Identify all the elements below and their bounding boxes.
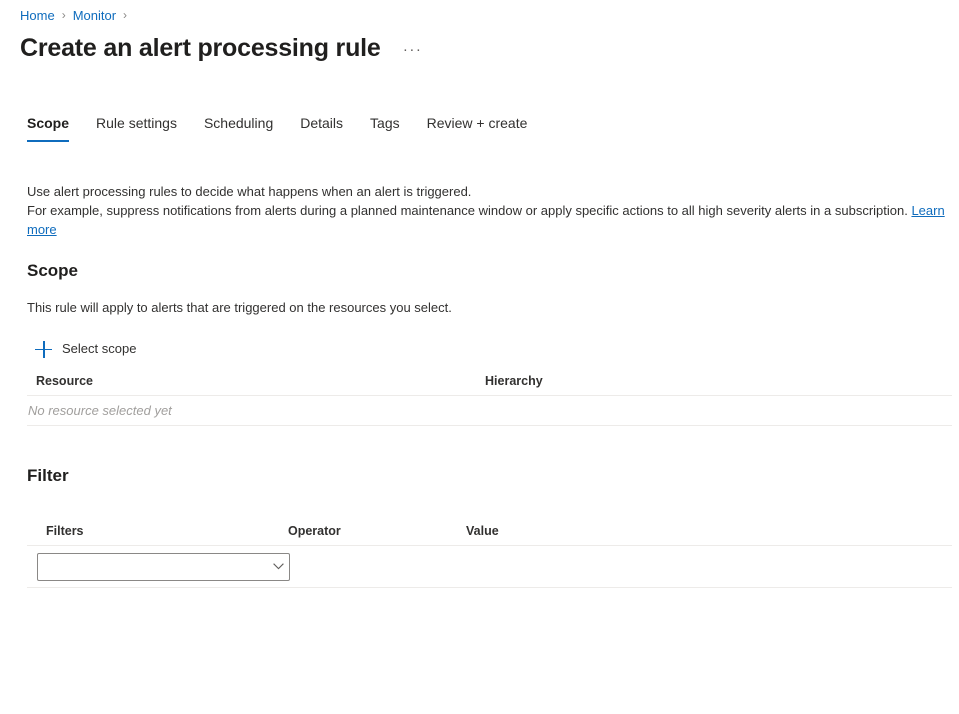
column-header-value: Value	[466, 524, 952, 538]
intro-line-1: Use alert processing rules to decide wha…	[27, 184, 471, 199]
breadcrumb-separator-icon: ›	[123, 7, 127, 24]
create-alert-processing-rule-page: Home › Monitor › Create an alert process…	[0, 0, 959, 714]
column-header-filters: Filters	[27, 524, 288, 538]
select-scope-label: Select scope	[62, 340, 136, 358]
tab-tags[interactable]: Tags	[370, 114, 400, 142]
breadcrumb-item-monitor[interactable]: Monitor	[73, 7, 116, 24]
chevron-down-icon	[267, 563, 289, 570]
tab-details[interactable]: Details	[300, 114, 343, 142]
empty-state-text: No resource selected yet	[28, 403, 172, 418]
breadcrumb: Home › Monitor ›	[20, 7, 134, 24]
scope-section-heading: Scope	[27, 260, 78, 282]
column-header-resource: Resource	[27, 374, 485, 388]
table-row	[27, 546, 952, 588]
title-row: Create an alert processing rule ···	[20, 32, 426, 64]
tab-scope[interactable]: Scope	[27, 114, 69, 142]
resource-table-header: Resource Hierarchy	[27, 374, 952, 396]
filter-table-header: Filters Operator Value	[27, 524, 952, 546]
filter-type-dropdown[interactable]	[37, 553, 290, 581]
more-options-icon[interactable]: ···	[400, 39, 426, 61]
intro-line-2: For example, suppress notifications from…	[27, 203, 911, 218]
filter-section-heading: Filter	[27, 465, 69, 487]
page-title: Create an alert processing rule	[20, 32, 381, 64]
plus-icon	[35, 341, 52, 358]
filter-table: Filters Operator Value	[27, 524, 952, 588]
tab-scheduling[interactable]: Scheduling	[204, 114, 273, 142]
breadcrumb-item-home[interactable]: Home	[20, 7, 55, 24]
wizard-tabs: Scope Rule settings Scheduling Details T…	[27, 114, 527, 142]
scope-description: This rule will apply to alerts that are …	[27, 299, 452, 317]
tab-review-create[interactable]: Review + create	[427, 114, 528, 142]
column-header-operator: Operator	[288, 524, 466, 538]
tab-rule-settings[interactable]: Rule settings	[96, 114, 177, 142]
select-scope-button[interactable]: Select scope	[30, 336, 142, 362]
column-header-hierarchy: Hierarchy	[485, 374, 952, 388]
breadcrumb-separator-icon: ›	[62, 7, 66, 24]
resource-table-empty-row: No resource selected yet	[27, 396, 952, 426]
intro-description: Use alert processing rules to decide wha…	[27, 182, 952, 239]
resource-table: Resource Hierarchy No resource selected …	[27, 374, 952, 426]
